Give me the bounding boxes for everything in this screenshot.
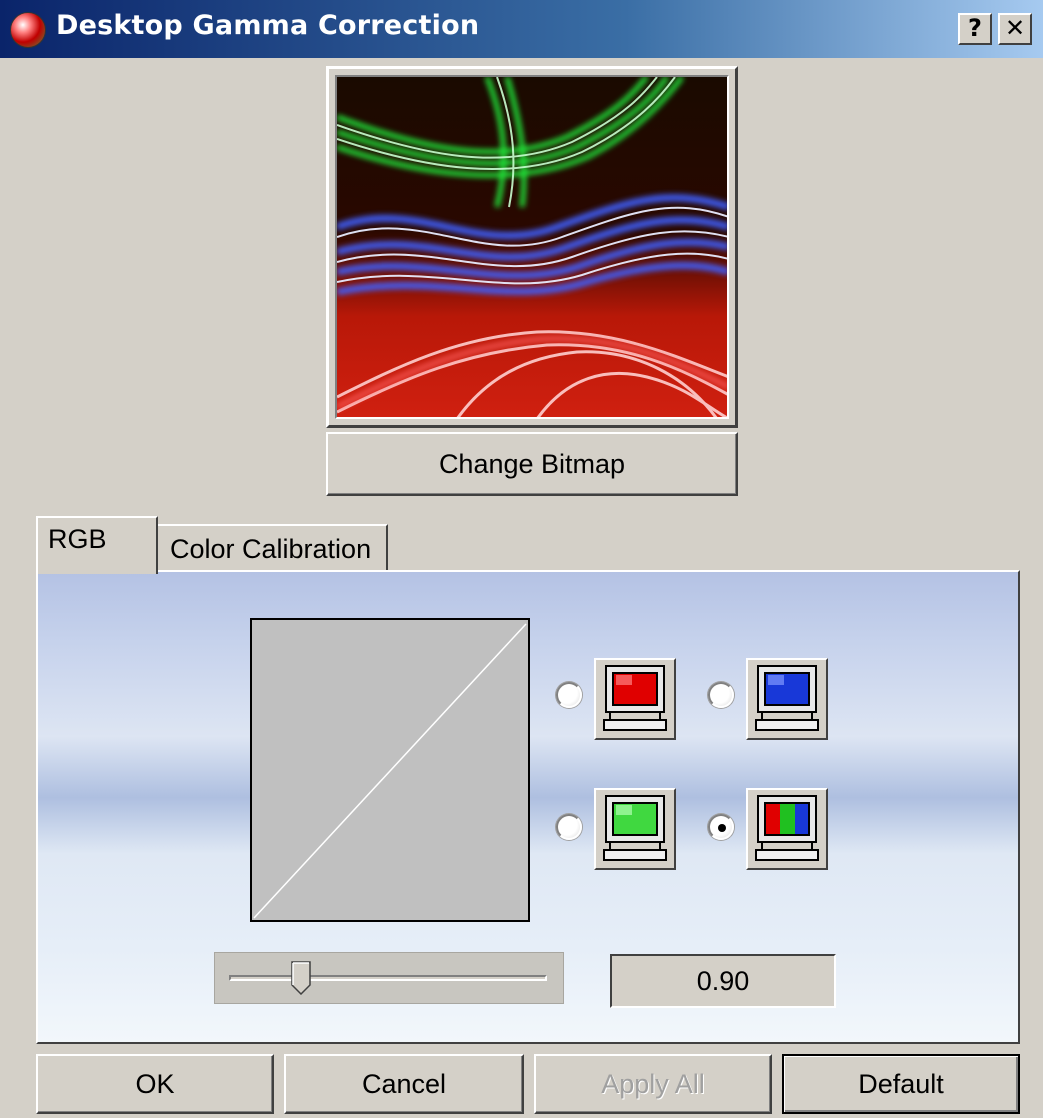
tab-rgb-label: RGB xyxy=(48,524,107,554)
tab-color-calibration[interactable]: Color Calibration xyxy=(156,524,388,572)
apply-all-button[interactable]: Apply All xyxy=(534,1054,772,1114)
green-channel-radio[interactable] xyxy=(556,814,582,840)
all-channels-radio[interactable] xyxy=(708,814,734,840)
red-monitor-icon xyxy=(603,665,667,731)
rgb-monitor-icon xyxy=(755,795,819,861)
tab-rgb[interactable]: RGB xyxy=(36,516,158,574)
cancel-label: Cancel xyxy=(361,1068,447,1099)
title-bar: Desktop Gamma Correction ? ✕ xyxy=(0,0,1043,58)
ok-button[interactable]: OK xyxy=(36,1054,274,1114)
blue-channel-radio[interactable] xyxy=(708,682,734,708)
slider-groove xyxy=(229,975,547,981)
gamma-curve-graph xyxy=(250,618,530,922)
preview-frame xyxy=(326,66,738,428)
gamma-value-text: 0.90 xyxy=(696,965,750,996)
red-channel-radio[interactable] xyxy=(556,682,582,708)
change-bitmap-label: Change Bitmap xyxy=(438,448,626,479)
default-button[interactable]: Default xyxy=(782,1054,1020,1114)
cancel-button[interactable]: Cancel xyxy=(284,1054,524,1114)
close-button[interactable]: ✕ xyxy=(998,13,1032,45)
preview-bitmap xyxy=(335,75,729,419)
gamma-value-field[interactable]: 0.90 xyxy=(610,954,836,1008)
blue-channel-button[interactable] xyxy=(746,658,828,740)
app-icon xyxy=(10,12,46,48)
all-channels-button[interactable] xyxy=(746,788,828,870)
radio-selected-dot xyxy=(718,824,726,832)
change-bitmap-button[interactable]: Change Bitmap xyxy=(326,432,738,496)
apply-all-label: Apply All xyxy=(601,1068,705,1099)
tab-color-calibration-label: Color Calibration xyxy=(170,534,372,564)
red-channel-button[interactable] xyxy=(594,658,676,740)
green-channel-button[interactable] xyxy=(594,788,676,870)
green-monitor-icon xyxy=(603,795,667,861)
ok-label: OK xyxy=(135,1068,175,1099)
window-title: Desktop Gamma Correction xyxy=(56,10,480,41)
slider-thumb[interactable] xyxy=(290,961,311,996)
default-label: Default xyxy=(858,1068,944,1099)
gamma-slider[interactable] xyxy=(214,952,564,1004)
gamma-curve-line xyxy=(253,623,527,919)
rgb-tab-panel: 0.90 xyxy=(36,570,1020,1044)
help-button[interactable]: ? xyxy=(958,13,992,45)
blue-monitor-icon xyxy=(755,665,819,731)
